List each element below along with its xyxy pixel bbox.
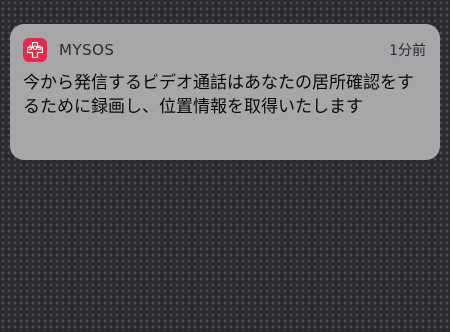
- notification-header: SOS MYSOS 1分前: [23, 37, 426, 63]
- mysos-app-icon: SOS: [23, 38, 47, 62]
- app-name: MYSOS: [59, 41, 115, 59]
- notification-card[interactable]: SOS MYSOS 1分前 今から発信するビデオ通話はあなたの居所確認をするため…: [10, 24, 440, 160]
- notification-message: 今から発信するビデオ通話はあなたの居所確認をするために録画し、位置情報を取得いた…: [23, 73, 414, 117]
- app-icon-label: SOS: [28, 45, 42, 52]
- notification-time: 1分前: [389, 43, 426, 59]
